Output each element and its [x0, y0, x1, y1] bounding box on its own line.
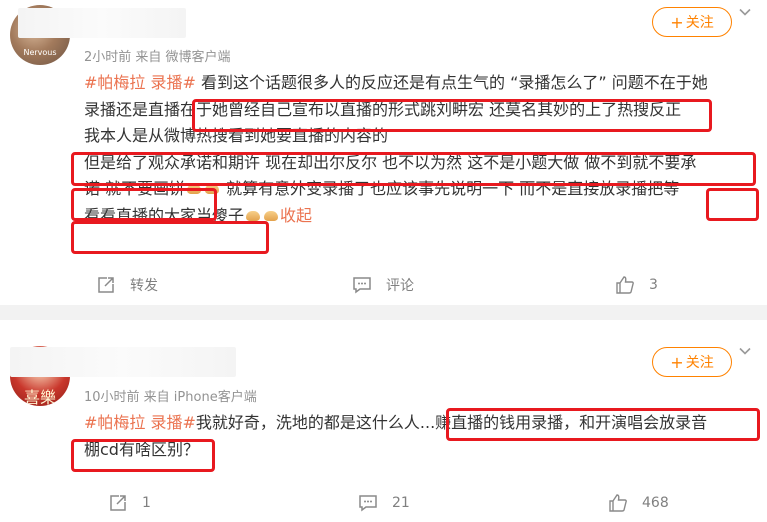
text-line: 但是给了观众承诺和期许 现在却出尔反尔 也不以为然 这不是小题大做 做不到就不要… [84, 152, 697, 172]
clap-emoji-icon [186, 182, 202, 196]
repost-button[interactable]: 转发 [96, 270, 158, 300]
repost-icon [110, 495, 126, 511]
clap-emoji-icon [204, 182, 220, 196]
like-icon [616, 276, 634, 294]
repost-label: 转发 [130, 278, 158, 294]
collapse-link[interactable]: 收起 [280, 206, 312, 225]
post-text: #帕梅拉 录播#我就好奇，洗地的都是这什么人...赚直播的钱用录播，和开演唱会放… [84, 410, 760, 463]
comment-icon [353, 277, 371, 294]
like-button[interactable]: 468 [608, 488, 669, 518]
plus-icon: + [670, 352, 684, 372]
clap-emoji-icon [263, 209, 279, 223]
plus-icon: + [670, 12, 684, 32]
text-line: #帕梅拉 录播# 看到这个话题很多人的反应还是有点生气的 “录播怎么了” 问题不… [84, 73, 708, 92]
like-count: 468 [642, 495, 669, 511]
post-meta: 2小时前 来自 微博客户端 [84, 50, 231, 65]
action-bar: 转发 评论 3 [0, 270, 767, 300]
repost-button[interactable]: 1 [108, 488, 151, 518]
weibo-post: 喜樂 10小时前 来自 iPhone客户端 + 关注 #帕梅拉 录播#我就好奇，… [0, 320, 767, 522]
post-text: #帕梅拉 录播# 看到这个话题很多人的反应还是有点生气的 “录播怎么了” 问题不… [84, 70, 760, 229]
hashtag-link[interactable]: #帕梅拉 录播# [84, 413, 196, 432]
like-button[interactable]: 3 [615, 270, 658, 300]
avatar-label: Nervous [23, 48, 57, 57]
comment-count: 21 [392, 495, 410, 511]
chevron-down-icon[interactable] [738, 5, 752, 19]
like-icon [609, 494, 627, 512]
like-count: 3 [649, 277, 658, 293]
text-line: 录播还是直播在于她曾经自己宣布以直播的形式跳刘畊宏 还莫名其妙的上了热搜反正 [84, 99, 682, 119]
repost-count: 1 [142, 495, 151, 511]
hashtag-link[interactable]: #帕梅拉 录播# [84, 73, 196, 92]
text-line: 看看直播的大家当傻子 收起 [84, 205, 313, 225]
username-redacted [18, 8, 186, 38]
clap-emoji-icon [245, 209, 261, 223]
comment-icon [359, 495, 377, 512]
follow-label: 关注 [685, 15, 714, 31]
text-line: 诺 就不要画饼 就算有意外变录播了也应该事先说明一下 而不是直接放录播把等 [84, 179, 680, 198]
comment-button[interactable]: 21 [358, 488, 410, 518]
action-bar: 1 21 468 [0, 488, 767, 518]
comment-button[interactable]: 评论 [352, 270, 414, 300]
post-separator [0, 305, 767, 320]
avatar-label: 喜樂 [23, 388, 56, 406]
text-line: #帕梅拉 录播#我就好奇，洗地的都是这什么人...赚直播的钱用录播，和开演唱会放… [84, 413, 708, 432]
text-line: 棚cd有啥区别？ [84, 439, 199, 459]
text-line: 我本人是从微博热搜看到她要直播的内容的 [84, 126, 389, 145]
post-meta: 10小时前 来自 iPhone客户端 [84, 390, 257, 405]
username-redacted [10, 347, 236, 377]
chevron-down-icon[interactable] [738, 344, 752, 358]
follow-label: 关注 [685, 355, 714, 371]
follow-button[interactable]: + 关注 [652, 347, 732, 377]
follow-button[interactable]: + 关注 [652, 7, 732, 37]
repost-icon [98, 277, 114, 293]
weibo-post: Nervous 2小时前 来自 微博客户端 + 关注 #帕梅拉 录播# 看到这个… [0, 0, 767, 305]
comment-label: 评论 [386, 278, 414, 294]
